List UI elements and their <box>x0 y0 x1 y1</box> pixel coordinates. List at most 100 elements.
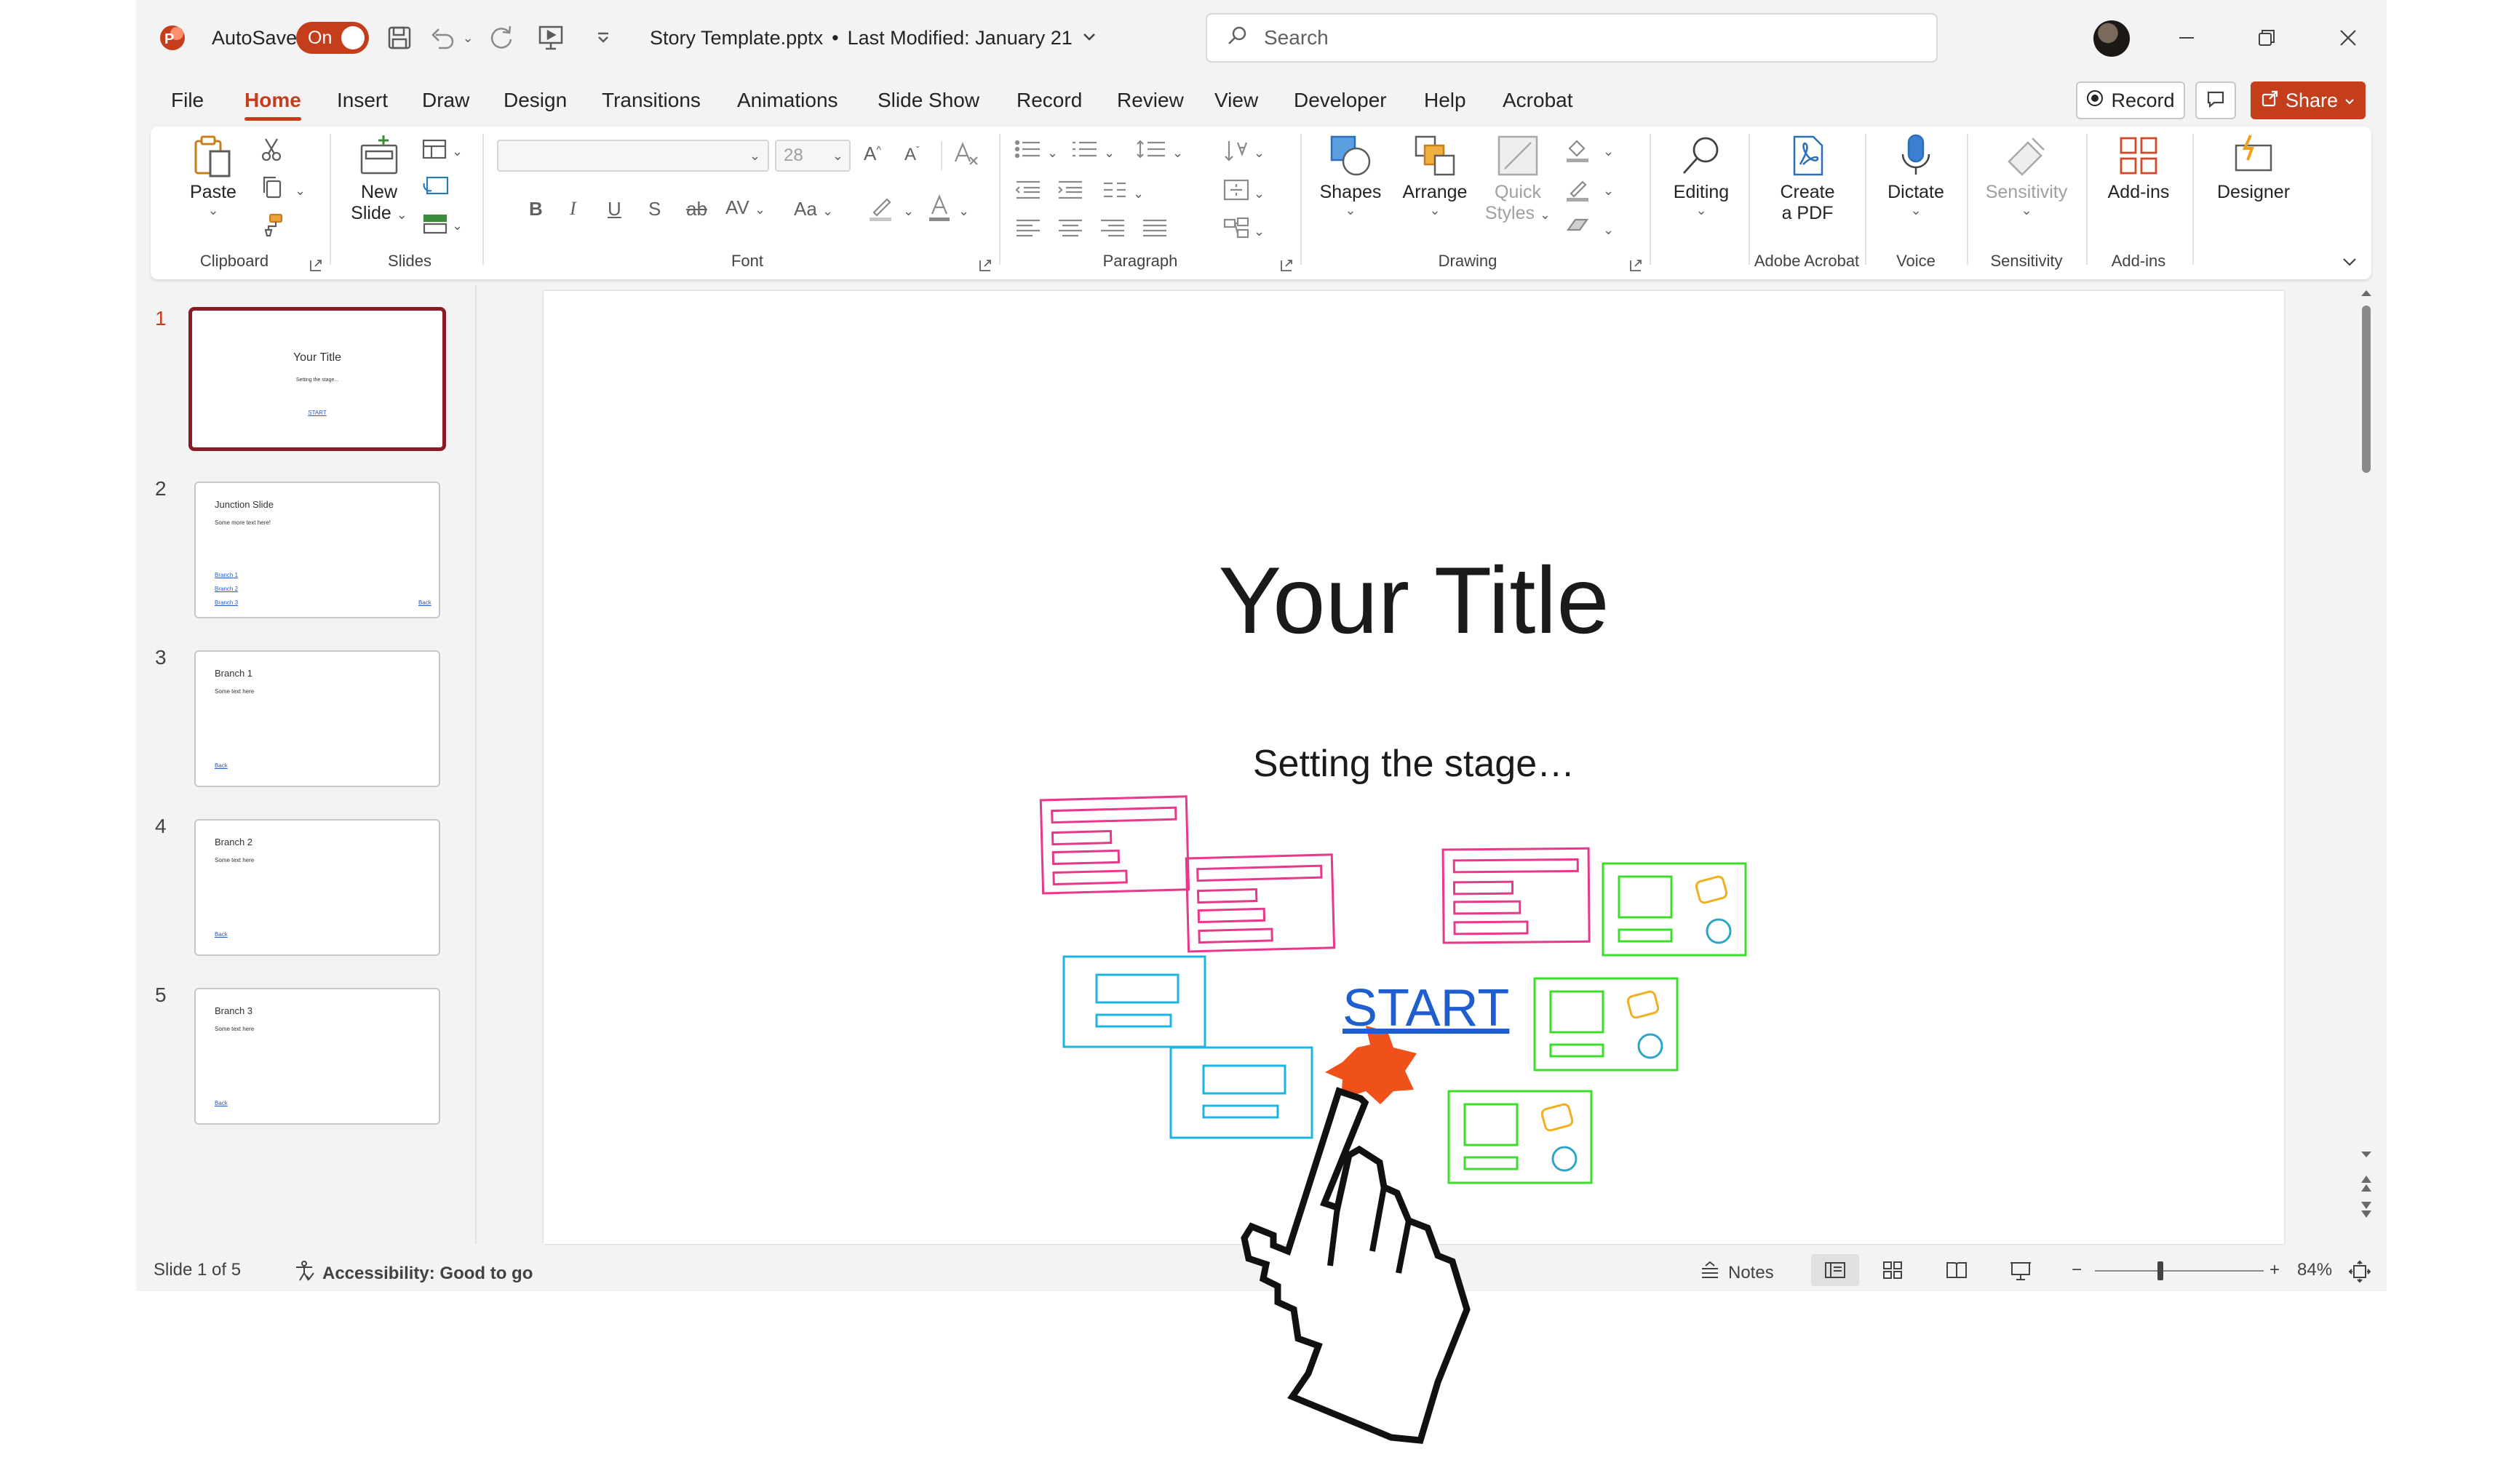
slide-thumbnail-1[interactable]: Your Title Setting the stage... START <box>188 307 446 451</box>
line-spacing-dropdown-icon[interactable]: ⌄ <box>1172 140 1183 162</box>
clipboard-launcher-icon[interactable] <box>309 255 322 277</box>
underline-icon[interactable]: U <box>608 198 621 220</box>
shape-effects-icon[interactable] <box>1564 214 1593 242</box>
font-color-dropdown-icon[interactable]: ⌄ <box>958 198 969 220</box>
justify-icon[interactable] <box>1140 217 1169 244</box>
increase-indent-icon[interactable] <box>1056 179 1085 206</box>
restore-icon[interactable] <box>2243 15 2290 61</box>
customize-quick-access-icon[interactable] <box>587 22 619 54</box>
increase-font-size-icon[interactable]: A^ <box>864 143 881 165</box>
shape-effects-dropdown-icon[interactable]: ⌄ <box>1603 217 1614 239</box>
reading-view-button[interactable] <box>1945 1260 1968 1280</box>
collapse-ribbon-icon[interactable] <box>2341 252 2358 274</box>
bullets-icon[interactable] <box>1014 138 1043 165</box>
slide-counter[interactable]: Slide 1 of 5 <box>154 1260 241 1280</box>
arrange-button[interactable]: Arrange ⌄ <box>1395 132 1475 218</box>
tab-slide-show[interactable]: Slide Show <box>878 89 979 112</box>
smartart-dropdown-icon[interactable]: ⌄ <box>1254 218 1265 241</box>
tab-review[interactable]: Review <box>1117 89 1184 112</box>
layout-dropdown-icon[interactable]: ⌄ <box>452 138 463 161</box>
tab-insert[interactable]: Insert <box>337 89 388 112</box>
fit-to-window-button[interactable] <box>2348 1260 2371 1283</box>
record-button[interactable]: Record <box>2076 81 2185 119</box>
columns-icon[interactable] <box>1101 179 1130 206</box>
normal-view-button[interactable] <box>1811 1254 1859 1286</box>
cut-icon[interactable] <box>260 137 283 167</box>
designer-button[interactable]: Designer <box>2203 132 2304 203</box>
zoom-out-icon[interactable]: − <box>2072 1260 2082 1280</box>
undo-dropdown-icon[interactable]: ⌄ <box>459 22 477 54</box>
document-title[interactable]: Story Template.pptx • Last Modified: Jan… <box>650 0 1097 76</box>
comments-button[interactable] <box>2195 81 2236 119</box>
slide-title[interactable]: Your Title <box>544 546 2284 655</box>
sensitivity-button[interactable]: Sensitivity ⌄ <box>1976 132 2077 218</box>
align-center-icon[interactable] <box>1056 217 1085 244</box>
next-slide-icon[interactable] <box>2359 1199 2374 1221</box>
align-left-icon[interactable] <box>1014 217 1043 244</box>
tab-transitions[interactable]: Transitions <box>602 89 701 112</box>
tab-file[interactable]: File <box>171 89 204 112</box>
pane-splitter[interactable] <box>475 285 477 1244</box>
start-link[interactable]: START <box>1342 978 1509 1038</box>
text-direction-icon[interactable] <box>1222 138 1251 169</box>
tab-record[interactable]: Record <box>1017 89 1082 112</box>
numbering-icon[interactable] <box>1070 138 1099 165</box>
decrease-indent-icon[interactable] <box>1014 179 1043 206</box>
redo-icon[interactable] <box>485 22 517 54</box>
scroll-thumb[interactable] <box>2362 306 2371 473</box>
shape-fill-icon[interactable] <box>1564 137 1593 168</box>
addins-button[interactable]: Add-ins <box>2095 132 2182 203</box>
slide-thumbnail-3[interactable]: Branch 1 Some text here Back <box>194 650 440 787</box>
tab-acrobat[interactable]: Acrobat <box>1503 89 1573 112</box>
font-size-select[interactable]: 28 ⌄ <box>775 140 851 172</box>
zoom-slider-thumb[interactable] <box>2157 1261 2163 1280</box>
bold-icon[interactable]: B <box>529 198 543 220</box>
create-pdf-button[interactable]: Create a PDF <box>1760 132 1855 224</box>
minimize-icon[interactable] <box>2163 15 2210 61</box>
vertical-scrollbar[interactable] <box>2355 285 2377 1244</box>
align-right-icon[interactable] <box>1098 217 1127 244</box>
dictate-button[interactable]: Dictate ⌄ <box>1872 132 1960 218</box>
previous-slide-icon[interactable] <box>2359 1173 2374 1194</box>
accessibility-status[interactable]: Accessibility: Good to go <box>293 1260 533 1287</box>
smartart-icon[interactable] <box>1222 215 1251 245</box>
search-input[interactable]: Search <box>1206 13 1938 63</box>
font-launcher-icon[interactable] <box>979 255 992 277</box>
clear-formatting-icon[interactable] <box>952 141 982 172</box>
change-case-icon[interactable]: Aa ⌄ <box>794 198 833 220</box>
tab-design[interactable]: Design <box>504 89 567 112</box>
close-icon[interactable] <box>2325 15 2371 61</box>
italic-icon[interactable]: I <box>570 198 576 220</box>
decrease-font-size-icon[interactable]: Aˇ <box>904 144 920 165</box>
undo-icon[interactable] <box>427 22 459 54</box>
tab-draw[interactable]: Draw <box>422 89 469 112</box>
slideshow-button[interactable] <box>2009 1260 2032 1282</box>
numbering-dropdown-icon[interactable]: ⌄ <box>1104 140 1115 162</box>
section-dropdown-icon[interactable]: ⌄ <box>452 212 463 235</box>
editing-button[interactable]: Editing ⌄ <box>1661 132 1741 218</box>
new-slide-button[interactable]: New Slide ⌄ <box>343 132 415 224</box>
line-spacing-icon[interactable] <box>1136 138 1168 165</box>
reset-slide-icon[interactable] <box>421 175 450 203</box>
slide-sorter-button[interactable] <box>1881 1260 1904 1280</box>
notes-button[interactable]: Notes <box>1699 1260 1774 1285</box>
tab-animations[interactable]: Animations <box>737 89 838 112</box>
shapes-button[interactable]: Shapes ⌄ <box>1310 132 1391 218</box>
shape-fill-dropdown-icon[interactable]: ⌄ <box>1603 138 1614 161</box>
share-button[interactable]: Share <box>2251 81 2366 119</box>
tab-home[interactable]: Home <box>244 89 301 121</box>
bullets-dropdown-icon[interactable]: ⌄ <box>1047 140 1058 162</box>
format-painter-icon[interactable] <box>260 212 285 242</box>
font-color-icon[interactable] <box>926 194 952 228</box>
shape-outline-icon[interactable] <box>1564 176 1593 207</box>
drawing-launcher-icon[interactable] <box>1629 255 1642 277</box>
scroll-up-icon[interactable] <box>2359 287 2374 298</box>
present-from-beginning-icon[interactable] <box>535 22 567 54</box>
layout-icon[interactable] <box>421 138 450 165</box>
highlight-dropdown-icon[interactable]: ⌄ <box>903 198 914 220</box>
font-family-select[interactable]: ⌄ <box>497 140 769 172</box>
tab-help[interactable]: Help <box>1424 89 1466 112</box>
align-text-icon[interactable] <box>1222 177 1251 207</box>
zoom-in-icon[interactable]: + <box>2270 1260 2280 1280</box>
shape-outline-dropdown-icon[interactable]: ⌄ <box>1603 177 1614 200</box>
